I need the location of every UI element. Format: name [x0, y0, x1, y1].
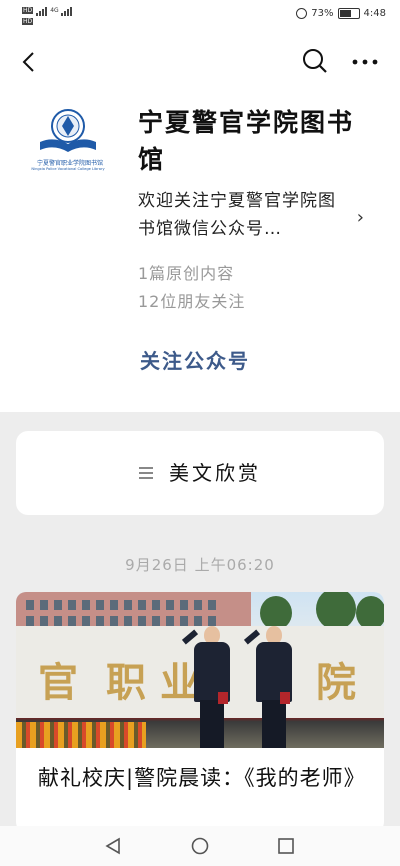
alarm-icon: [296, 8, 308, 19]
sim1-label: HD: [22, 7, 34, 14]
circle-home-icon[interactable]: [191, 837, 209, 855]
category-label: 美文欣赏: [169, 461, 261, 485]
wall-char: 职: [106, 659, 146, 706]
status-right: 73% 4:48: [296, 8, 386, 19]
account-profile-section: 宁夏警官职业学院图书馆 Ningxia Police Vocational Co…: [0, 32, 400, 412]
tree: [260, 596, 292, 630]
wall-char: 院: [316, 659, 356, 706]
follow-account-button[interactable]: 关注公众号: [140, 345, 250, 374]
sim1-network: 4G: [50, 7, 59, 14]
account-description-link[interactable]: 欢迎关注宁夏警官学院图书馆微信公众号… ›: [138, 187, 378, 243]
status-bar: HD 4G HD 73% 4:48: [0, 0, 400, 32]
account-logo: 宁夏警官职业学院图书馆 Ningxia Police Vocational Co…: [28, 104, 108, 178]
clock: 4:48: [363, 8, 386, 19]
tree: [356, 596, 384, 630]
post-date: 9月26日 上午06:20: [125, 556, 275, 574]
system-nav-bar: [0, 826, 400, 866]
network-indicators: HD 4G HD: [22, 5, 73, 27]
article-title: 献礼校庆|警院晨读：《我的老师》: [38, 766, 366, 790]
logo-caption-cn: 宁夏警官职业学院图书馆: [36, 160, 103, 167]
battery-fill: [339, 10, 352, 17]
article-card[interactable]: 官 职 业 院 献礼校庆|警院晨读：《我的老师》: [16, 592, 384, 832]
tree: [316, 592, 356, 630]
content-category-tab[interactable]: 美文欣赏: [16, 431, 384, 515]
officer-figure: [181, 626, 236, 748]
back-chevron-icon[interactable]: [18, 50, 42, 74]
battery-icon: [337, 8, 360, 19]
signal-icon: [35, 6, 48, 16]
square-recents-icon[interactable]: [277, 837, 295, 855]
signal-icon-2: [61, 6, 73, 16]
logo-caption-en: Ningxia Police Vocational College Librar…: [31, 167, 105, 171]
flower-bed: [16, 722, 146, 748]
account-name: 宁夏警官学院图书馆: [138, 108, 355, 174]
wall-char: 官: [38, 659, 78, 706]
more-dots-icon[interactable]: [350, 50, 380, 74]
account-description: 欢迎关注宁夏警官学院图书馆微信公众号…: [138, 191, 336, 239]
triangle-back-icon[interactable]: [104, 837, 122, 855]
hamburger-menu-icon: [139, 464, 153, 482]
top-nav: [0, 32, 400, 92]
officer-figure: [243, 626, 298, 748]
original-count: 1篇原创内容: [138, 264, 235, 283]
battery-percent: 73%: [311, 8, 334, 19]
article-cover-image: 官 职 业 院: [16, 592, 384, 748]
friends-following: 12位朋友关注: [138, 292, 246, 311]
chevron-right-icon: ›: [356, 207, 364, 228]
sim2-label: HD: [22, 18, 34, 25]
search-icon[interactable]: [302, 48, 328, 74]
